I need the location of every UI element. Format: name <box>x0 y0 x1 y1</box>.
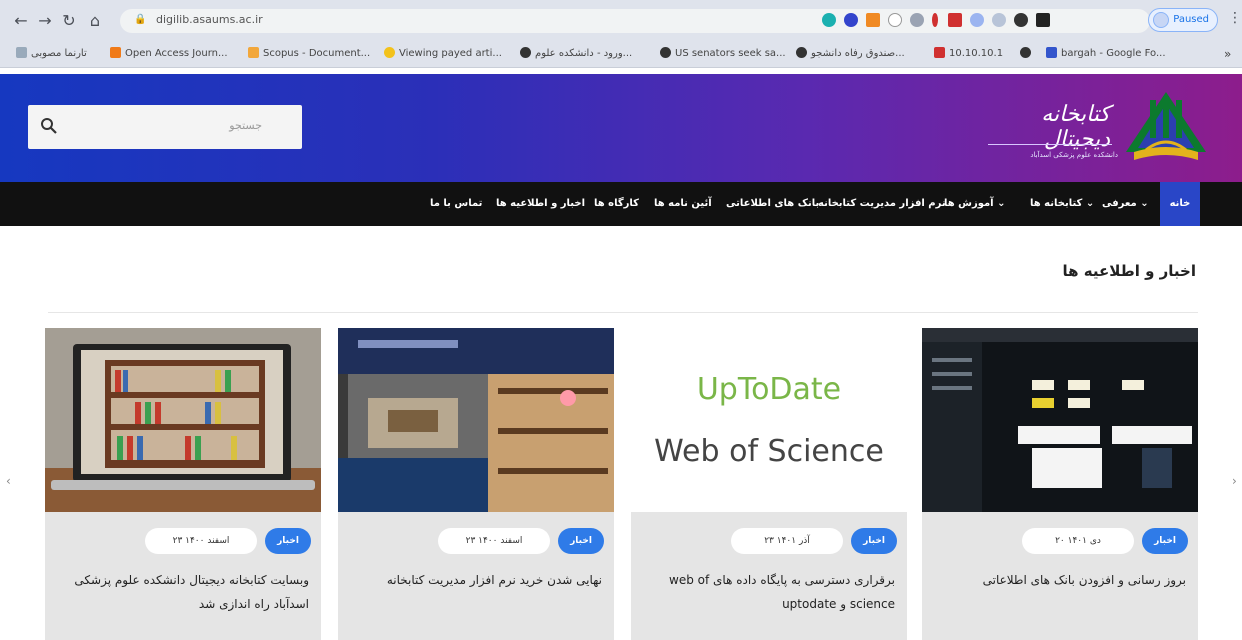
bookmark-item[interactable]: ورود - دانشکده علوم... <box>520 47 632 61</box>
site-logo-subtitle: دانشکده علوم پزشکی اسدآباد <box>1030 151 1118 159</box>
bookmark-icon <box>16 47 27 58</box>
avatar <box>1153 12 1169 28</box>
puzzle-icon[interactable] <box>1014 13 1028 27</box>
site-header: جستجو کتابخانه دیجیتال دانشکده علوم پزشک… <box>0 74 1242 182</box>
nav-item-intro[interactable]: معرفی ⌄ <box>1102 196 1149 212</box>
extension-icon[interactable] <box>888 13 902 27</box>
bookmark-icon <box>934 47 945 58</box>
news-date: ۲۳ اسفند ۱۴۰۰ <box>145 528 257 554</box>
logo-divider <box>988 144 1112 145</box>
bookmark-item[interactable]: Viewing payed arti... <box>384 47 502 61</box>
news-date: ۲۳ آذر ۱۴۰۱ <box>731 528 843 554</box>
search-input[interactable]: جستجو <box>28 105 302 149</box>
news-card[interactable]: اخبار ۲۰ دی ۱۴۰۱ بروز رسانی و افزودن بان… <box>922 328 1198 640</box>
reload-icon[interactable]: ↻ <box>60 12 78 30</box>
extension-icon[interactable] <box>910 13 924 27</box>
extension-icon[interactable] <box>932 13 938 27</box>
extension-icon[interactable] <box>866 13 880 27</box>
section-divider <box>48 312 1198 313</box>
bookmark-icon <box>110 47 121 58</box>
extension-icon[interactable] <box>844 13 858 27</box>
nav-item-libraries[interactable]: کتابخانه ها ⌄ <box>1030 196 1094 212</box>
bookmark-item[interactable] <box>1020 47 1035 61</box>
bookmark-item[interactable]: US senators seek sa... <box>660 47 786 61</box>
url-text[interactable]: digilib.asaums.ac.ir <box>156 13 263 26</box>
bookmark-icon <box>796 47 807 58</box>
carousel-prev-icon[interactable]: ‹ <box>6 474 11 488</box>
nav-item-library-software[interactable]: نرم افزار مدیریت کتابخانه <box>818 196 946 212</box>
bookmark-icon <box>520 47 531 58</box>
lock-icon[interactable]: 🔒 <box>134 14 146 28</box>
forward-arrow-icon[interactable]: → <box>36 12 54 30</box>
browser-toolbar: ← → ↻ ⌂ 🔒 digilib.asaums.ac.ir Paused ⋮ <box>0 0 1242 40</box>
main-nav: خانه معرفی ⌄ کتابخانه ها ⌄ آموزش ها ⌄ نر… <box>0 182 1242 226</box>
bookmark-icon <box>384 47 395 58</box>
news-category-badge[interactable]: اخبار <box>265 528 311 554</box>
nav-item-contact[interactable]: تماس با ما <box>430 196 482 212</box>
nav-item-regulations[interactable]: آئین نامه ها <box>654 196 712 212</box>
news-card[interactable]: اخبار ۲۳ اسفند ۱۴۰۰ نهایی شدن خرید نرم ا… <box>338 328 614 640</box>
news-title[interactable]: بروز رسانی و افزودن بانک های اطلاعاتی <box>934 568 1186 592</box>
extension-icon[interactable] <box>948 13 962 27</box>
bookmark-item[interactable]: Scopus - Document... <box>248 47 370 61</box>
bookmark-icon <box>1046 47 1057 58</box>
extension-icon[interactable] <box>822 13 836 27</box>
kebab-menu-icon[interactable]: ⋮ <box>1228 10 1242 26</box>
bookmark-icon <box>660 47 671 58</box>
news-date: ۲۰ دی ۱۴۰۱ <box>1022 528 1134 554</box>
news-card-image[interactable] <box>45 328 321 512</box>
profile-label: Paused <box>1173 14 1209 25</box>
news-title[interactable]: برقراری دسترسی به پایگاه داده های web of… <box>643 568 895 616</box>
search-placeholder: جستجو <box>229 119 262 132</box>
bookmarks-bar: تارنما مصوبی Open Access Journ... Scopus… <box>0 40 1242 68</box>
nav-item-news[interactable]: اخبار و اطلاعیه ها <box>496 196 585 212</box>
bookmark-icon <box>1020 47 1031 58</box>
bookmark-icon <box>248 47 259 58</box>
news-card[interactable]: اخبار ۲۳ اسفند ۱۴۰۰ وبسایت کتابخانه دیجی… <box>45 328 321 640</box>
news-date: ۲۳ اسفند ۱۴۰۰ <box>438 528 550 554</box>
news-title[interactable]: وبسایت کتابخانه دیجیتال دانشکده علوم پزش… <box>57 568 309 616</box>
news-category-badge[interactable]: اخبار <box>1142 528 1188 554</box>
extension-icon[interactable] <box>992 13 1006 27</box>
news-category-badge[interactable]: اخبار <box>558 528 604 554</box>
university-emblem-icon[interactable] <box>1124 90 1208 170</box>
news-category-badge[interactable]: اخبار <box>851 528 897 554</box>
section-title: اخبار و اطلاعیه ها <box>1062 262 1197 280</box>
nav-item-tutorials[interactable]: آموزش ها ⌄ <box>944 196 1006 212</box>
uptodate-logo-text: UpToDate <box>696 372 842 407</box>
nav-item-workshops[interactable]: کارگاه ها <box>594 196 639 212</box>
home-icon[interactable]: ⌂ <box>86 12 104 30</box>
search-icon[interactable] <box>40 117 58 135</box>
bookmark-item[interactable]: Open Access Journ... <box>110 47 228 61</box>
news-card-image[interactable] <box>338 328 614 512</box>
carousel-next-icon[interactable]: › <box>1232 474 1237 488</box>
extension-icon[interactable] <box>970 13 984 27</box>
bookmark-item[interactable]: 10.10.10.1 <box>934 47 1003 61</box>
bookmark-item[interactable]: صندوق رفاه دانشجو... <box>796 47 905 61</box>
bookmarks-overflow-icon[interactable]: » <box>1224 47 1231 61</box>
sidebar-icon[interactable] <box>1036 13 1050 27</box>
news-card-image[interactable] <box>922 328 1198 512</box>
bookmark-item[interactable]: تارنما مصوبی <box>16 47 87 61</box>
profile-button[interactable]: Paused <box>1148 8 1218 32</box>
web-of-science-logo-text: Web of Science <box>654 434 884 469</box>
nav-item-home[interactable]: خانه <box>1160 182 1200 226</box>
back-arrow-icon[interactable]: ← <box>12 12 30 30</box>
news-title[interactable]: نهایی شدن خرید نرم افزار مدیریت کتابخانه <box>350 568 602 592</box>
news-card[interactable]: UpToDate Web of Science اخبار ۲۳ آذر ۱۴۰… <box>631 328 907 640</box>
nav-item-databases[interactable]: بانک های اطلاعاتی <box>726 196 819 212</box>
bookmark-item[interactable]: bargah - Google Fo... <box>1046 47 1166 61</box>
news-card-image[interactable]: UpToDate Web of Science <box>631 328 907 512</box>
